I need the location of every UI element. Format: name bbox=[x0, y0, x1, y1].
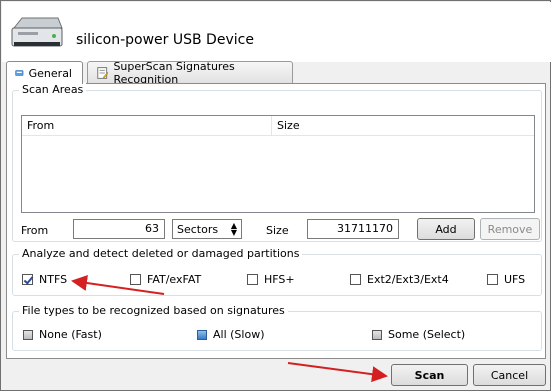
unit-select[interactable]: Sectors ▲ ▼ bbox=[172, 219, 242, 239]
checkbox-hfs[interactable]: HFS+ bbox=[247, 273, 295, 286]
scan-areas-group: Scan Areas From Size From 63 Sectors ▲ ▼ … bbox=[12, 83, 542, 242]
column-header-from[interactable]: From bbox=[22, 116, 272, 135]
checkbox-hfs-box[interactable] bbox=[247, 274, 258, 285]
file-types-group: File types to be recognized based on sig… bbox=[12, 304, 542, 351]
notepad-icon bbox=[97, 66, 109, 79]
checkbox-ntfs-label: NTFS bbox=[39, 273, 68, 286]
checkbox-fat-label: FAT/exFAT bbox=[147, 273, 202, 286]
checkbox-ext-label: Ext2/Ext3/Ext4 bbox=[367, 273, 449, 286]
checkbox-ntfs-box[interactable] bbox=[22, 274, 33, 285]
tab-superscan[interactable]: SuperScan Signatures Recognition bbox=[87, 59, 293, 86]
checkbox-fat[interactable]: FAT/exFAT bbox=[130, 273, 201, 286]
checkbox-fat-box[interactable] bbox=[130, 274, 141, 285]
spin-arrows-icon: ▲ ▼ bbox=[230, 221, 237, 237]
remove-button[interactable]: Remove bbox=[480, 218, 540, 240]
tab-superscan-label: SuperScan Signatures Recognition bbox=[113, 59, 235, 86]
usb-drive-icon bbox=[11, 17, 63, 47]
dialog-window: silicon-power USB Device General SuperSc… bbox=[0, 0, 551, 391]
general-panel: Scan Areas From Size From 63 Sectors ▲ ▼ … bbox=[6, 83, 546, 359]
dialog-header: silicon-power USB Device bbox=[2, 2, 551, 62]
tab-general-label: General bbox=[28, 66, 72, 80]
option-all-slow-indicator[interactable] bbox=[197, 329, 207, 340]
unit-select-value: Sectors bbox=[177, 222, 219, 236]
option-all-slow[interactable]: All (Slow) bbox=[197, 328, 264, 341]
scan-button[interactable]: Scan bbox=[391, 364, 468, 386]
scan-areas-title: Scan Areas bbox=[19, 83, 87, 96]
option-some-select-label: Some (Select) bbox=[388, 328, 466, 341]
option-none-fast[interactable]: None (Fast) bbox=[23, 328, 102, 341]
checkbox-ufs-label: UFS bbox=[504, 273, 526, 286]
checkbox-ext[interactable]: Ext2/Ext3/Ext4 bbox=[350, 273, 449, 286]
list-header: From Size bbox=[22, 116, 534, 136]
option-all-slow-label: All (Slow) bbox=[213, 328, 265, 341]
file-types-title: File types to be recognized based on sig… bbox=[19, 304, 288, 317]
tab-general[interactable]: General bbox=[6, 61, 83, 84]
checkbox-ufs-box[interactable] bbox=[487, 274, 498, 285]
general-tab-icon bbox=[15, 70, 24, 76]
option-none-fast-label: None (Fast) bbox=[39, 328, 102, 341]
option-some-select[interactable]: Some (Select) bbox=[372, 328, 465, 341]
partitions-title: Analyze and detect deleted or damaged pa… bbox=[19, 247, 303, 260]
device-title: silicon-power USB Device bbox=[76, 32, 254, 48]
add-button[interactable]: Add bbox=[417, 218, 475, 240]
from-label: From bbox=[21, 224, 49, 237]
size-label: Size bbox=[266, 224, 289, 237]
column-header-size[interactable]: Size bbox=[272, 116, 534, 135]
partitions-group: Analyze and detect deleted or damaged pa… bbox=[12, 247, 542, 296]
option-some-select-indicator[interactable] bbox=[372, 329, 382, 340]
checkbox-ext-box[interactable] bbox=[350, 274, 361, 285]
option-none-fast-indicator[interactable] bbox=[23, 329, 33, 340]
checkbox-ntfs[interactable]: NTFS bbox=[22, 273, 67, 286]
checkbox-hfs-label: HFS+ bbox=[264, 273, 295, 286]
arrow-to-scan bbox=[287, 362, 388, 383]
from-input[interactable]: 63 bbox=[73, 219, 165, 239]
cancel-button[interactable]: Cancel bbox=[473, 364, 546, 386]
scan-areas-list[interactable]: From Size bbox=[21, 115, 535, 213]
checkbox-ufs[interactable]: UFS bbox=[487, 273, 525, 286]
size-input[interactable]: 31711170 bbox=[307, 219, 399, 239]
